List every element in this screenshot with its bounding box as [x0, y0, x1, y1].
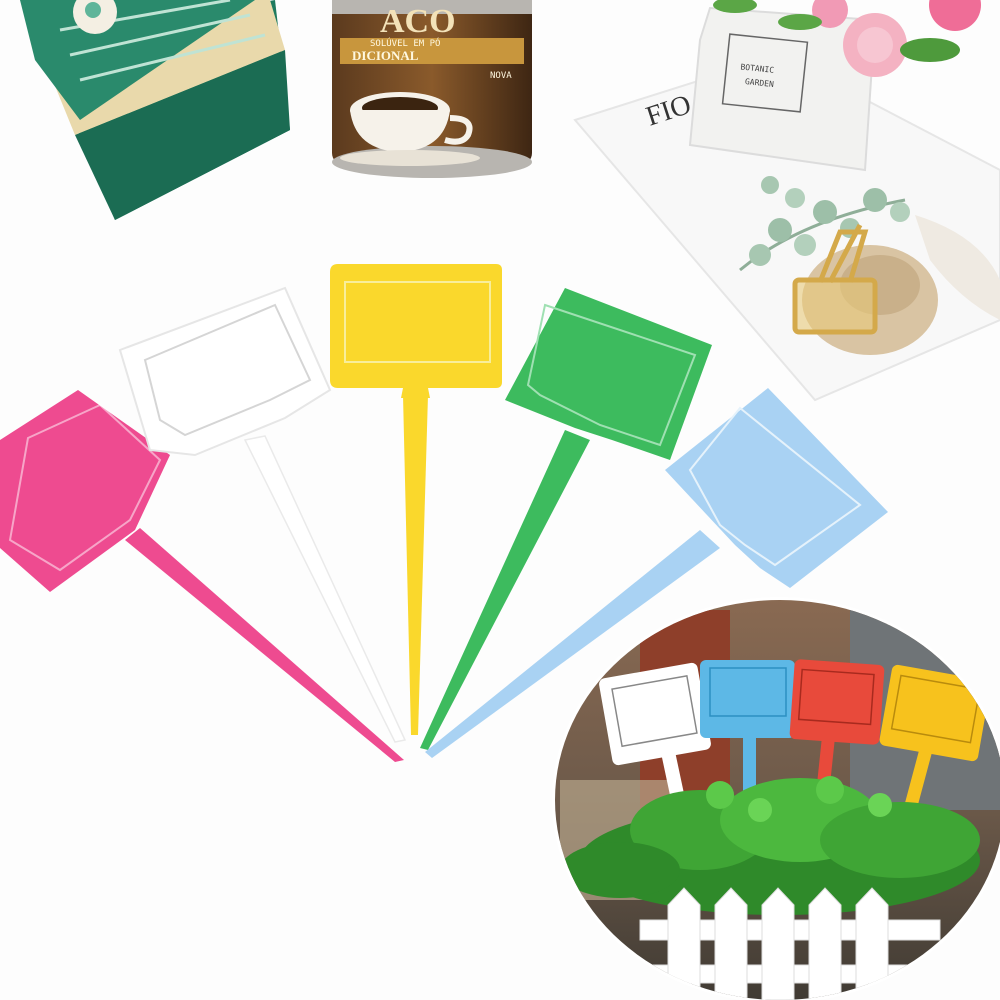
coffee-can-icon: ACO SOLÚVEL EM PÓ DICIONAL NOVA — [332, 0, 532, 178]
product-photo: ACO SOLÚVEL EM PÓ DICIONAL NOVA FIO BOTA… — [0, 0, 1000, 1000]
can-side-text: NOVA — [490, 71, 512, 81]
can-brand-text: ACO — [380, 3, 456, 40]
photo-canvas: ACO SOLÚVEL EM PÓ DICIONAL NOVA FIO BOTA… — [0, 0, 1000, 1000]
can-variant-text: DICIONAL — [352, 48, 419, 63]
